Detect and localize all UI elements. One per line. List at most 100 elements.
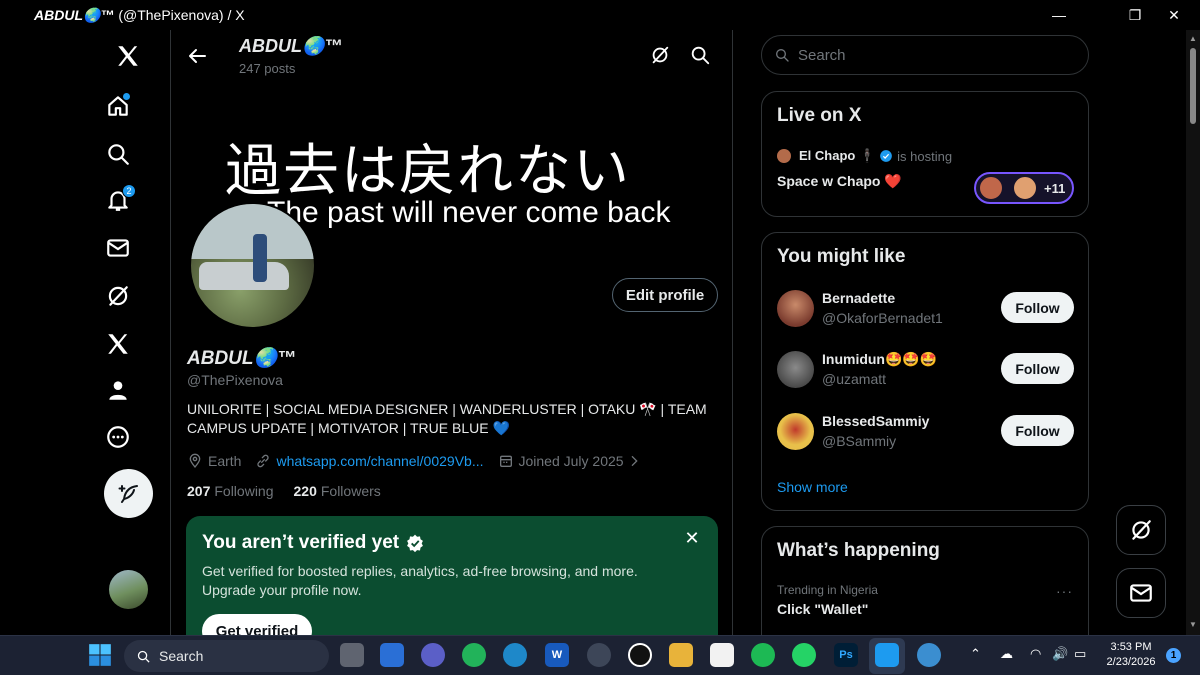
twitter-app-icon[interactable] [875,643,899,667]
show-more-link[interactable]: Show more [777,479,848,495]
whatsapp-icon[interactable] [792,643,816,667]
x-logo-icon[interactable] [106,34,150,78]
scroll-down-arrow-icon[interactable]: ▼ [1189,620,1197,629]
word-icon[interactable]: W [545,643,569,667]
follow-button[interactable]: Follow [1001,415,1074,446]
clock-time: 3:53 PM [1110,641,1152,653]
calendar-icon [499,455,512,467]
live-host-row[interactable]: El Chapo 🕴🏿 is hosting [777,148,952,164]
search-input[interactable] [798,46,1068,64]
user-avatar [777,290,814,327]
phone-link-icon[interactable] [462,643,486,667]
back-arrow-icon[interactable] [185,44,209,68]
windows-taskbar: Search W Ps ⌃ ☁ ◠ 🔊 ▭ 3:53 PM 2/23/2026 … [0,635,1200,675]
followers-link[interactable]: 220 Followers [294,483,381,499]
battery-icon[interactable]: ▭ [1074,646,1086,662]
scroll-up-arrow-icon[interactable]: ▲ [1189,34,1197,43]
user-avatar [777,351,814,388]
settings-gear-icon[interactable] [587,643,611,667]
volume-icon[interactable]: 🔊 [1052,646,1068,662]
host-status: is hosting [897,148,953,164]
search-icon[interactable] [96,132,140,176]
website-item[interactable]: whatsapp.com/channel/0029Vb... [255,453,484,469]
verified-badge-icon [407,534,424,553]
photoshop-icon[interactable]: Ps [834,643,858,667]
window-titlebar: ABDUL🌏™ (@ThePixenova) / X — ❐ ✕ [0,0,1200,30]
follow-button[interactable]: Follow [1001,353,1074,384]
close-icon[interactable]: ✕ [682,528,702,548]
task-view-icon[interactable] [340,643,364,667]
compose-post-button[interactable] [104,469,153,518]
search-icon[interactable] [689,44,711,66]
profile-name: ABDUL🌏™ [187,348,297,369]
onedrive-icon[interactable]: ☁ [1000,646,1013,662]
follow-button[interactable]: Follow [1001,292,1074,323]
home-unread-dot [123,93,130,100]
grok-icon[interactable] [649,44,671,66]
spotify-icon[interactable] [751,643,775,667]
suggested-user[interactable]: Inumidun🤩🤩🤩 @uzamatt Follow [777,351,1077,391]
joined-item[interactable]: Joined July 2025 [498,453,647,469]
microsoft-store-icon[interactable] [710,643,734,667]
grok-floating-button[interactable] [1116,505,1166,555]
user-avatar [777,413,814,450]
widgets-icon[interactable] [380,643,404,667]
profile-avatar[interactable] [189,202,316,329]
window-title: ABDUL🌏™ (@ThePixenova) / X [34,7,245,24]
messages-floating-button[interactable] [1116,568,1166,618]
premium-icon[interactable] [96,322,140,366]
windows-start-icon[interactable] [87,642,113,668]
show-hidden-icons-icon[interactable]: ⌃ [970,646,981,662]
verification-prompt-card: You aren’t verified yet Get verified for… [186,516,718,635]
home-icon[interactable] [96,84,140,128]
following-link[interactable]: 207 Following [187,483,274,499]
avatar-person [253,234,267,282]
messages-icon[interactable] [96,226,140,270]
profile-column: ABDUL🌏™ 247 posts 過去は戻れない The past will … [170,30,733,635]
who-to-follow-card: You might like Bernadette @OkaforBernade… [761,232,1089,511]
feather-plus-icon [118,484,138,503]
maps-globe-icon[interactable] [917,643,941,667]
followers-count: 220 [293,483,317,499]
more-icon[interactable] [96,415,140,459]
notifications-icon[interactable]: 2 [96,178,140,222]
space-title-row[interactable]: Space w Chapo ❤️ [777,173,902,190]
grok-icon[interactable] [96,274,140,318]
suggested-user[interactable]: Bernadette @OkaforBernadet1 Follow [777,290,1077,330]
listener-avatar [978,175,1004,201]
live-on-x-card: Live on X El Chapo 🕴🏿 is hosting Space w… [761,91,1089,217]
window-title-rest: (@ThePixenova) / X [114,7,245,23]
edge-icon[interactable] [503,643,527,667]
scrollbar-thumb[interactable] [1190,48,1196,124]
profile-handle: @ThePixenova [187,372,283,388]
host-avatar [777,149,791,163]
chatgpt-icon[interactable] [628,643,652,667]
account-avatar[interactable] [109,570,148,609]
minimize-button[interactable]: — [1047,4,1071,26]
wtf-title: You might like [777,246,906,267]
header-name: ABDUL🌏™ [239,36,343,56]
space-listeners-pill[interactable]: +11 [974,172,1074,204]
location-item: Earth [187,453,241,469]
get-verified-button[interactable]: Get verified [202,614,312,635]
page-scrollbar[interactable]: ▲ ▼ [1186,30,1200,635]
edit-profile-button[interactable]: Edit profile [612,278,718,312]
taskbar-clock[interactable]: 3:53 PM 2/23/2026 [1100,640,1162,670]
notification-center-badge[interactable]: 1 [1166,648,1181,663]
search-field[interactable] [761,35,1089,75]
live-title: Live on X [777,105,862,126]
teams-icon[interactable] [421,643,445,667]
location-pin-icon [189,453,201,469]
trend-name[interactable]: Click "Wallet" [777,601,868,617]
wifi-icon[interactable]: ◠ [1030,646,1041,662]
taskbar-search[interactable]: Search [124,640,329,672]
more-options-icon[interactable]: ··· [1056,583,1073,599]
profile-bio: UNILORITE | SOCIAL MEDIA DESIGNER | WAND… [187,401,707,436]
verified-badge-icon [880,150,892,162]
file-explorer-icon[interactable] [669,643,693,667]
profile-icon[interactable] [96,368,140,412]
website-link[interactable]: whatsapp.com/channel/0029Vb... [276,453,483,469]
suggested-user[interactable]: BlessedSammiy @BSammiy Follow [777,413,1077,453]
maximize-button[interactable]: ❐ [1123,4,1147,26]
close-window-button[interactable]: ✕ [1162,4,1186,26]
